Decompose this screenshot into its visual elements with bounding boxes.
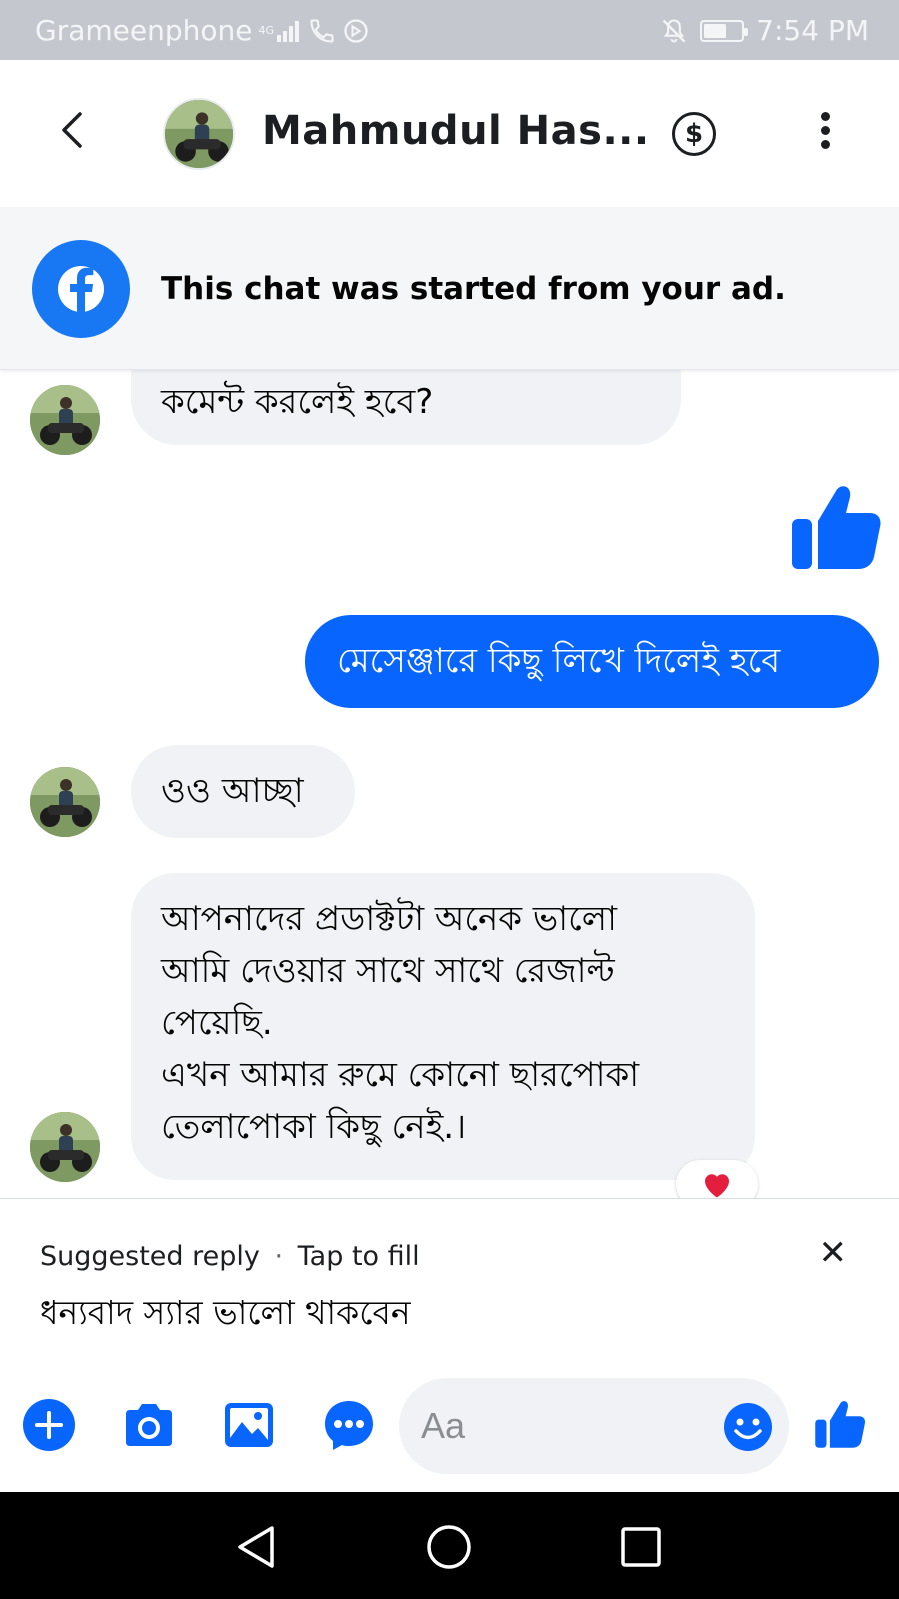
ad-origin-banner: This chat was started from your ad. [0, 207, 899, 370]
message-input[interactable] [421, 1402, 691, 1450]
thumbs-up-icon [792, 486, 881, 569]
sender-avatar[interactable] [30, 1112, 100, 1182]
carrier-name: Grameenphone [35, 14, 253, 47]
nav-home-button[interactable] [424, 1522, 474, 1572]
message-bubble-incoming[interactable]: আপনাদের প্রডাক্টটা অনেক ভালো আমি দেওয়ার… [131, 873, 755, 1180]
conversation-header: Mahmudul Has... $ [0, 60, 899, 207]
close-icon[interactable]: ✕ [819, 1233, 848, 1273]
reaction-badge[interactable] [676, 1160, 758, 1198]
nav-back-button[interactable] [232, 1522, 282, 1572]
contact-name[interactable]: Mahmudul Has... [262, 108, 650, 154]
status-bar: Grameenphone 4G 7:54 PM [0, 0, 899, 60]
triangle-back-icon [238, 1526, 274, 1568]
plus-icon[interactable] [22, 1398, 76, 1452]
suggested-reply-panel[interactable]: Suggested reply · Tap to fill ✕ ধন্যবাদ … [0, 1198, 899, 1348]
heart-reaction-icon [705, 1174, 729, 1198]
message-input-pill[interactable] [399, 1378, 789, 1474]
suggested-reply-text[interactable]: ধন্যবাদ স্যার ভালো থাকবেন [40, 1287, 411, 1343]
avatar-photo [165, 100, 233, 168]
suggested-reply-hint: Tap to fill [297, 1241, 420, 1272]
message-line: আপনাদের প্রডাক্টটা অনেক ভালো [161, 899, 617, 939]
chat-more-icon[interactable] [322, 1398, 376, 1452]
more-vertical-icon[interactable] [810, 112, 840, 156]
message-line: এখন আমার রুমে কোনো ছারপোকা [161, 1055, 640, 1095]
like-message[interactable] [788, 477, 884, 573]
sender-avatar[interactable] [30, 385, 100, 455]
suggested-reply-header: Suggested reply · Tap to fill [40, 1241, 420, 1272]
message-composer [0, 1348, 899, 1492]
message-bubble-incoming[interactable]: ওও আচ্ছা [131, 745, 355, 838]
message-bubble-outgoing[interactable]: মেসেঞ্জারে কিছু লিখে দিলেই হবে [305, 615, 879, 708]
battery-icon [700, 19, 749, 42]
message-line: আমি দেওয়ার সাথে সাথে রেজাল্ট [161, 951, 615, 991]
status-right: 7:54 PM [660, 14, 869, 47]
message-line: তেলাপোকা কিছু নেই.। [161, 1107, 467, 1147]
sender-avatar[interactable] [30, 767, 100, 837]
circle-home-icon [427, 1525, 471, 1569]
system-navigation-bar [0, 1492, 899, 1599]
sync-icon [344, 18, 369, 43]
message-text: মেসেঞ্জারে কিছু লিখে দিলেই হবে [337, 641, 781, 681]
square-recents-icon [621, 1527, 661, 1567]
thumbs-up-send-button[interactable] [813, 1396, 867, 1450]
back-chevron-icon [62, 112, 82, 148]
image-icon[interactable] [222, 1398, 276, 1452]
thumbs-up-icon [815, 1401, 866, 1448]
ad-banner-text: This chat was started from your ad. [161, 271, 786, 307]
call-icon [310, 18, 335, 43]
message-line: পেয়েছি. [161, 1003, 273, 1043]
contact-avatar[interactable] [163, 98, 235, 170]
signal-icon [277, 20, 300, 42]
back-button[interactable] [50, 100, 94, 160]
emoji-icon[interactable] [723, 1402, 773, 1452]
message-list[interactable]: কমেন্ট করলেই হবে? মেসেঞ্জারে কিছু লিখে দ… [0, 370, 899, 1198]
separator-dot: · [274, 1241, 284, 1272]
camera-icon[interactable] [122, 1398, 176, 1452]
nav-recents-button[interactable] [616, 1522, 666, 1572]
status-time: 7:54 PM [756, 14, 869, 47]
message-bubble-incoming[interactable]: কমেন্ট করলেই হবে? [131, 370, 681, 445]
dollar-icon[interactable]: $ [672, 112, 716, 156]
mute-bell-icon [662, 18, 686, 43]
message-text: কমেন্ট করলেই হবে? [161, 382, 434, 422]
message-text: ওও আচ্ছা [161, 771, 304, 811]
facebook-logo-icon [32, 240, 130, 338]
status-left: Grameenphone 4G [35, 14, 370, 47]
network-type: 4G [258, 24, 274, 37]
suggested-reply-label: Suggested reply [40, 1241, 260, 1272]
